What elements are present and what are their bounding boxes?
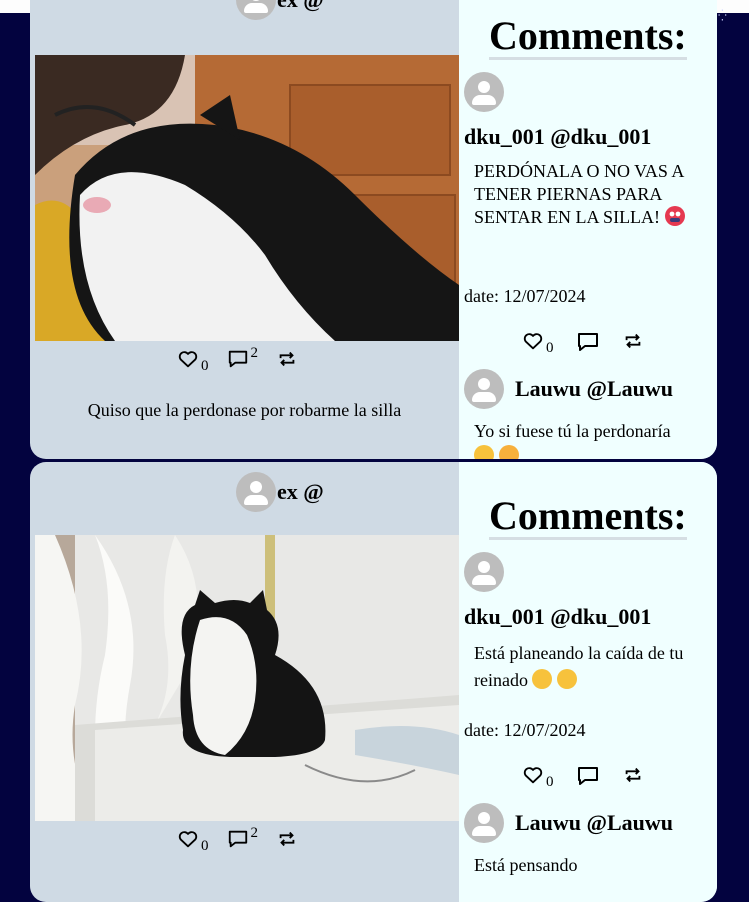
comment-author[interactable]: Lauwu @Lauwu — [464, 369, 673, 409]
comment-icon — [577, 767, 598, 785]
like-button[interactable]: 0 — [177, 828, 209, 855]
post-card: ex @ 0 — [30, 462, 717, 902]
comment-count: 2 — [250, 345, 259, 361]
repost-button[interactable] — [276, 348, 298, 370]
comment-text: Yo si fuese tú la perdonaría — [474, 420, 699, 459]
comment-like-count: 0 — [546, 340, 554, 356]
post-image[interactable] — [35, 55, 459, 341]
sparkle-icon: ⁛ — [718, 10, 727, 22]
heart-eyes-emoji — [498, 445, 519, 459]
laughing-tears-emoji — [556, 669, 577, 689]
comment-icon — [577, 333, 598, 351]
heart-icon — [523, 767, 543, 784]
repost-icon — [625, 767, 640, 783]
comment-like-count: 0 — [546, 774, 554, 790]
comment-author[interactable]: dku_001 @dku_001 — [464, 604, 651, 630]
heart-icon — [178, 351, 198, 368]
default-avatar-icon — [464, 72, 504, 112]
like-count: 0 — [201, 358, 209, 374]
comments-heading: Comments: — [489, 13, 687, 60]
mask-mouth-emoji — [664, 206, 685, 226]
default-avatar-icon — [464, 369, 504, 409]
like-count: 0 — [201, 838, 209, 854]
post-main: ex @ 0 — [30, 462, 459, 902]
post-image[interactable] — [35, 535, 459, 821]
comment-repost-button[interactable] — [622, 330, 644, 352]
post-actions: 0 2 — [177, 345, 316, 375]
comments-heading: Comments: — [489, 493, 687, 540]
comment-reply-button[interactable] — [576, 764, 600, 788]
default-avatar-icon — [236, 0, 276, 20]
comment-actions: 0 — [522, 764, 666, 791]
comments-panel: Comments: dku_001 @dku_001 PERDÓNALA O N… — [459, 0, 717, 459]
comments-panel: Comments: dku_001 @dku_001 Está planeand… — [459, 462, 717, 902]
post-caption: Quiso que la perdonase por robarme la si… — [87, 400, 402, 420]
comment-reply-button[interactable] — [576, 330, 600, 354]
comment-author[interactable]: Lauwu @Lauwu — [464, 803, 673, 843]
author-name: ex @ — [277, 479, 324, 504]
post-author[interactable]: ex @ — [236, 0, 324, 20]
comment-count: 2 — [250, 825, 259, 841]
comment-actions: 0 — [522, 330, 666, 357]
post-actions: 0 2 — [177, 825, 316, 855]
default-avatar-icon — [236, 472, 276, 512]
default-avatar-icon — [464, 803, 504, 843]
comment-text: Está pensando — [474, 855, 578, 875]
post-card: ex @ 0 — [30, 0, 717, 459]
heart-eyes-emoji — [474, 445, 494, 459]
repost-icon — [625, 333, 640, 349]
comment-like-button[interactable]: 0 — [522, 764, 554, 791]
comment-icon — [228, 350, 247, 368]
author-name: ex @ — [277, 0, 324, 13]
post-author[interactable]: ex @ — [236, 472, 324, 512]
default-avatar-icon — [464, 552, 504, 592]
comment-button[interactable]: 2 — [227, 345, 259, 370]
comment-date: date: 12/07/2024 — [464, 720, 586, 740]
comment-icon — [228, 830, 247, 848]
like-button[interactable]: 0 — [177, 348, 209, 375]
comment-author[interactable]: dku_001 @dku_001 — [464, 124, 651, 150]
repost-button[interactable] — [276, 828, 298, 850]
repost-icon — [279, 351, 295, 367]
comment-repost-button[interactable] — [622, 764, 644, 786]
comment-date: date: 12/07/2024 — [464, 286, 586, 306]
heart-icon — [178, 831, 198, 848]
heart-icon — [523, 333, 543, 350]
post-main: ex @ 0 — [30, 0, 459, 459]
comment-text: PERDÓNALA O NO VAS A TENER PIERNAS PARA … — [474, 161, 685, 227]
repost-icon — [279, 831, 295, 847]
comment-like-button[interactable]: 0 — [522, 330, 554, 357]
laughing-tears-emoji — [532, 669, 553, 689]
comment-button[interactable]: 2 — [227, 825, 259, 850]
comment-text: Está planeando la caída de tu reinado — [474, 643, 684, 690]
